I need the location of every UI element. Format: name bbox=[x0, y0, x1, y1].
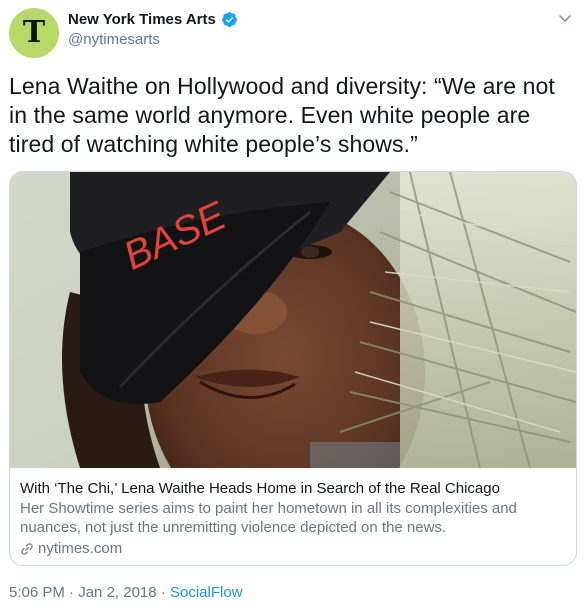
avatar[interactable]: T bbox=[9, 8, 59, 58]
tweet-time[interactable]: 5:06 PM bbox=[9, 584, 65, 601]
card-image[interactable]: BASE bbox=[10, 172, 576, 468]
tweet-text: Lena Waithe on Hollywood and diversity: … bbox=[9, 73, 555, 157]
tweet-source-link[interactable]: SocialFlow bbox=[170, 584, 243, 601]
verified-badge-icon bbox=[221, 12, 237, 27]
card-domain[interactable]: nytimes.com bbox=[20, 539, 568, 558]
card-title[interactable]: With ‘The Chi,’ Lena Waithe Heads Home i… bbox=[20, 479, 568, 498]
meta-separator: · bbox=[160, 584, 166, 601]
meta-separator: · bbox=[69, 584, 75, 601]
link-card[interactable]: BASE With ‘The Chi,’ Lena Waithe Heads H… bbox=[9, 171, 577, 566]
tweet-date[interactable]: Jan 2, 2018 bbox=[78, 584, 156, 601]
tweet: T New York Times Arts @nytimesarts Lena … bbox=[0, 0, 587, 616]
display-name[interactable]: New York Times Arts bbox=[68, 11, 216, 28]
tweet-header: T New York Times Arts @nytimesarts bbox=[9, 8, 579, 60]
author-names[interactable]: New York Times Arts @nytimesarts bbox=[68, 11, 238, 48]
card-photo: BASE bbox=[10, 172, 576, 468]
link-icon bbox=[21, 542, 33, 555]
card-description: Her Showtime series aims to paint her ho… bbox=[20, 500, 517, 536]
chevron-down-icon[interactable] bbox=[557, 10, 573, 26]
card-body[interactable]: With ‘The Chi,’ Lena Waithe Heads Home i… bbox=[20, 479, 568, 558]
card-domain-text[interactable]: nytimes.com bbox=[38, 539, 122, 558]
handle[interactable]: @nytimesarts bbox=[68, 31, 238, 48]
display-name-row: New York Times Arts bbox=[68, 11, 238, 28]
tweet-meta: 5:06 PM · Jan 2, 2018 · SocialFlow bbox=[9, 584, 243, 601]
nyt-logo-icon: T bbox=[22, 15, 46, 50]
